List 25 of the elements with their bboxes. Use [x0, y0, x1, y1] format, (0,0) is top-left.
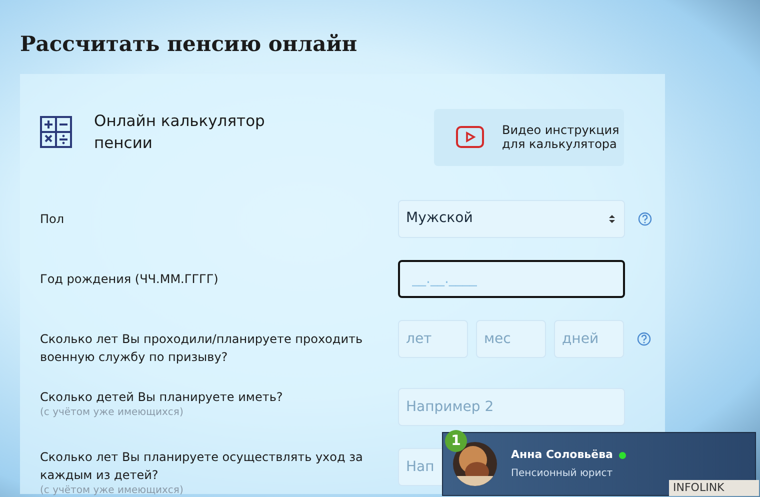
calculator-icon [40, 116, 72, 148]
play-icon [456, 126, 484, 148]
field-label: Пол [40, 210, 66, 228]
duration-field[interactable]: мес [476, 320, 546, 358]
agent-role: Пенсионный юрист [511, 466, 614, 481]
field-label: Год рождения (ЧЧ.ММ.ГГГГ) [40, 270, 220, 288]
page-title: Рассчитать пенсию онлайн [20, 30, 358, 58]
field-label: Сколько детей Вы планируете иметь? [40, 388, 284, 406]
duration-field[interactable]: лет [398, 320, 468, 358]
number-field[interactable]: Например 2 [398, 388, 625, 426]
notification-badge: 1 [445, 430, 467, 452]
calculator-title: Онлайн калькулятор пенсии [94, 110, 266, 154]
ad-label: INFOLINK [669, 480, 759, 496]
help-icon[interactable] [637, 332, 651, 346]
field-label: Сколько лет Вы планируете осуществлять уход за каждым из детей? [40, 448, 364, 484]
agent-name: Анна Соловьёва [511, 447, 613, 464]
video-instruction-button[interactable]: Видео инструкция для калькулятора [434, 108, 624, 166]
duration-field[interactable]: дней [554, 320, 624, 358]
sort-arrows-icon [608, 212, 616, 224]
field-note: (с учётом уже имеющихся) [40, 484, 184, 497]
chat-toast[interactable]: 1 Анна Соловьёва Пенсионный юрист INFOLINK [442, 432, 756, 496]
field-note: (с учётом уже имеющихся) [40, 406, 184, 420]
help-icon[interactable] [638, 212, 652, 226]
field-label: Сколько лет Вы проходили/планируете проходить военную службу по призыву? [40, 330, 364, 366]
gender-select[interactable]: Мужской [398, 200, 625, 238]
